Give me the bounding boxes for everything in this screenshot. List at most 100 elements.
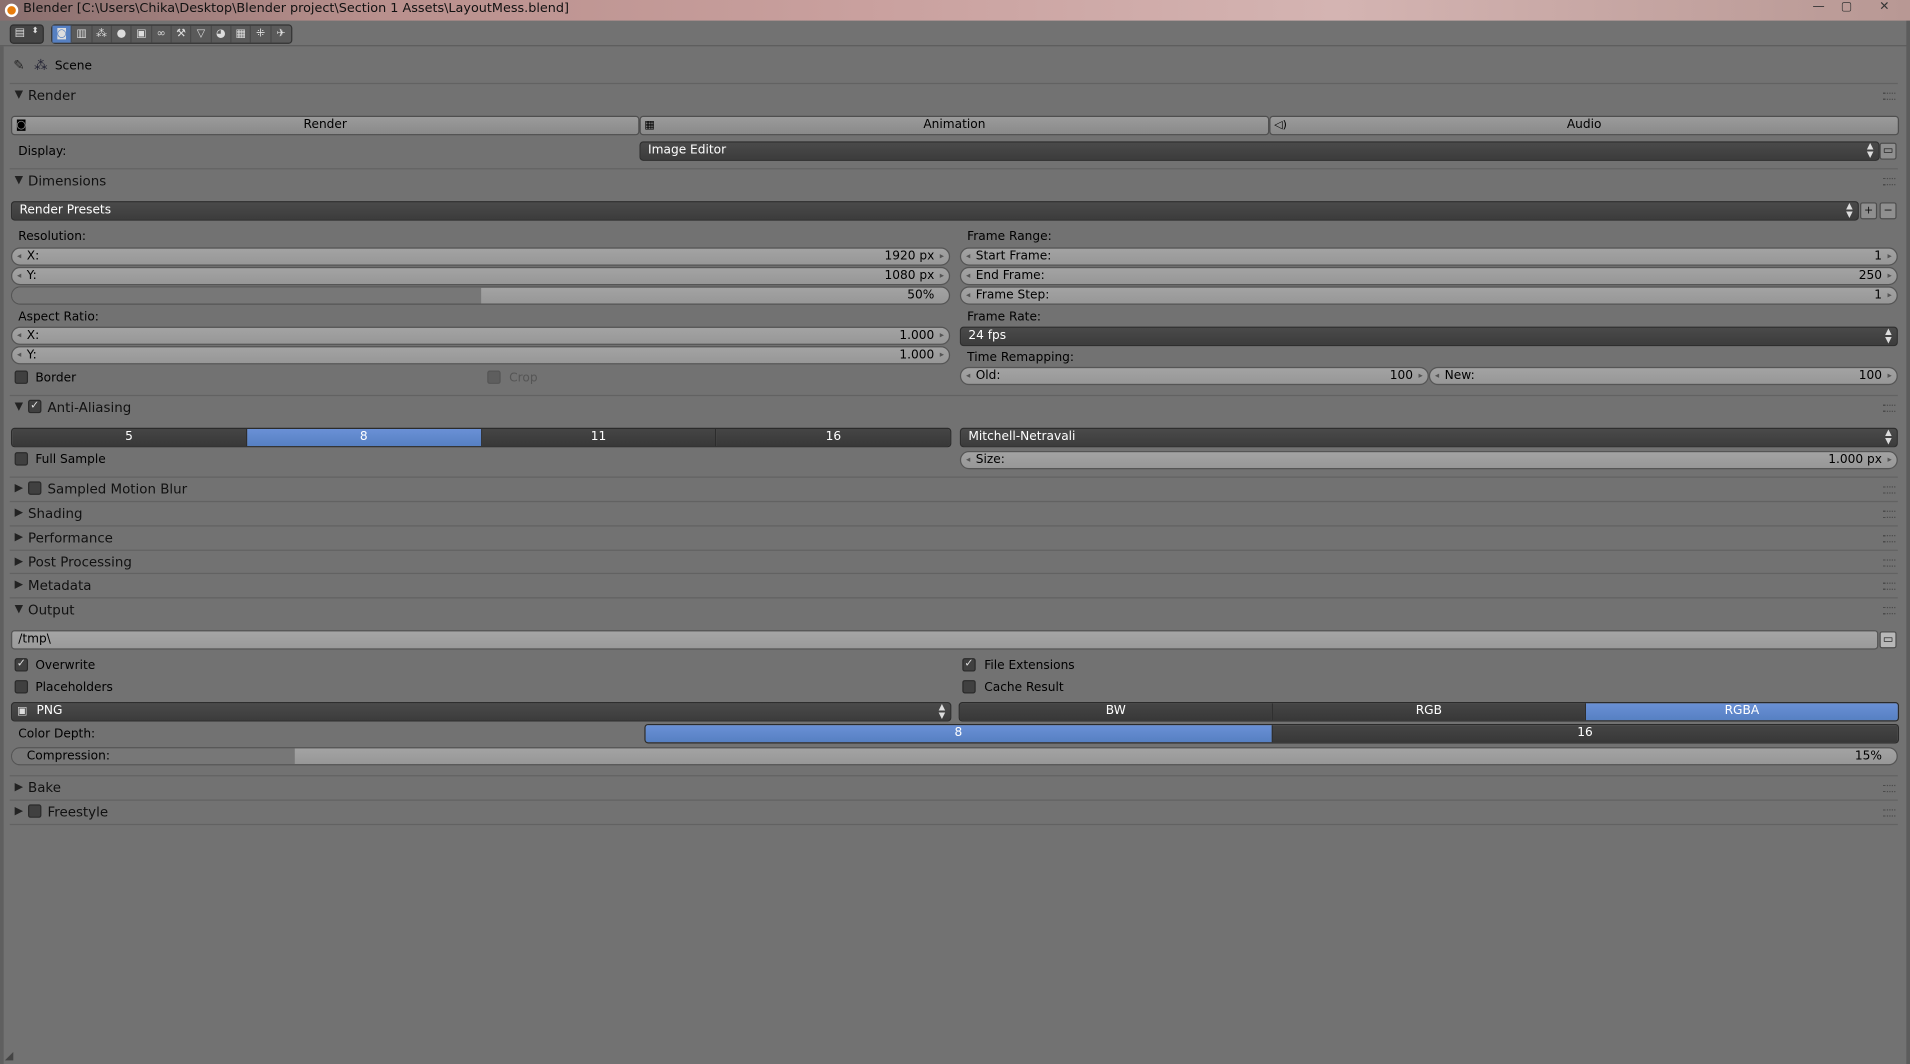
resize-corner-icon[interactable]: ◢ <box>5 1051 13 1063</box>
close-button[interactable]: ✕ <box>1872 0 1896 17</box>
increment-arrow-icon[interactable]: ▸ <box>940 328 944 344</box>
material-tab-icon[interactable]: ◕ <box>211 25 232 43</box>
antialiasing-panel-title[interactable]: Anti-Aliasing <box>48 400 132 416</box>
antialiasing-checkbox[interactable]: ✓ <box>28 399 42 414</box>
crop-checkbox[interactable] <box>487 370 501 384</box>
decrement-arrow-icon[interactable]: ◂ <box>966 249 970 265</box>
antialiasing-expand-icon[interactable]: ▼ <box>15 401 23 413</box>
drag-grip-icon[interactable] <box>1883 809 1896 817</box>
render-presets-menu[interactable]: Render Presets ▲ ▼ <box>10 201 1859 221</box>
minimize-button[interactable]: — <box>1806 0 1830 17</box>
decrement-arrow-icon[interactable]: ◂ <box>966 452 970 468</box>
render-button[interactable]: ◙ Render <box>10 115 640 136</box>
resolution-x-field[interactable]: ◂ X: 1920 px ▸ <box>10 247 951 266</box>
increment-arrow-icon[interactable]: ▸ <box>940 347 944 363</box>
drag-grip-icon[interactable] <box>1883 606 1896 615</box>
start-frame-field[interactable]: ◂ Start Frame: 1 ▸ <box>959 247 1898 266</box>
increment-arrow-icon[interactable]: ▸ <box>940 249 944 265</box>
texture-tab-icon[interactable]: ▦ <box>231 25 252 43</box>
increment-arrow-icon[interactable]: ▸ <box>1887 368 1891 384</box>
dimensions-expand-icon[interactable]: ▼ <box>15 174 23 186</box>
modifiers-tab-icon[interactable]: ⚒ <box>172 25 192 43</box>
color-mode-rgba[interactable]: RGBA <box>1585 703 1898 721</box>
drag-grip-icon[interactable] <box>1883 92 1896 100</box>
shading-panel-title[interactable]: Shading <box>28 506 82 522</box>
pin-icon[interactable]: ✎ <box>13 57 24 73</box>
drag-grip-icon[interactable] <box>1883 784 1896 793</box>
drag-grip-icon[interactable] <box>1883 535 1896 543</box>
motion-blur-checkbox[interactable] <box>28 481 42 495</box>
lock-interface-icon[interactable]: ▭ <box>1879 142 1897 160</box>
decrement-arrow-icon[interactable]: ◂ <box>966 268 970 284</box>
frame-step-field[interactable]: ◂ Frame Step: 1 ▸ <box>959 286 1898 305</box>
compression-slider[interactable]: Compression: 15% <box>10 747 1898 766</box>
full-sample-checkbox[interactable] <box>14 452 29 466</box>
remap-new-field[interactable]: ◂ New: 100 ▸ <box>1428 366 1898 386</box>
maximize-button[interactable]: ▢ <box>1834 0 1858 17</box>
render-panel-title[interactable]: Render <box>28 88 76 104</box>
output-path-input[interactable]: /tmp\ <box>10 630 1879 650</box>
performance-panel-title[interactable]: Performance <box>28 530 113 546</box>
file-format-dropdown[interactable]: ▣ PNG ▲ ▼ <box>10 702 952 722</box>
decrement-arrow-icon[interactable]: ◂ <box>966 288 970 304</box>
shading-expand-icon[interactable]: ▶ <box>15 507 23 519</box>
drag-grip-icon[interactable] <box>1883 582 1896 590</box>
color-depth-8[interactable]: 8 <box>645 725 1273 743</box>
world-tab-icon[interactable]: ● <box>112 25 132 43</box>
decrement-arrow-icon[interactable]: ◂ <box>1435 368 1439 384</box>
increment-arrow-icon[interactable]: ▸ <box>1418 368 1422 384</box>
metadata-expand-icon[interactable]: ▶ <box>15 579 23 591</box>
performance-expand-icon[interactable]: ▶ <box>15 531 23 543</box>
render-expand-icon[interactable]: ▼ <box>15 89 23 101</box>
data-tab-icon[interactable]: ▽ <box>192 25 212 43</box>
cache-result-checkbox[interactable] <box>962 680 976 694</box>
aa-samples-5[interactable]: 5 <box>12 429 247 447</box>
drag-grip-icon[interactable] <box>1883 559 1896 567</box>
color-mode-bw[interactable]: BW <box>959 703 1273 721</box>
folder-browse-icon[interactable]: ▭ <box>1879 631 1897 649</box>
increment-arrow-icon[interactable]: ▸ <box>1887 452 1891 468</box>
resolution-percentage-slider[interactable]: 50% <box>10 286 951 305</box>
color-depth-16[interactable]: 16 <box>1272 725 1898 743</box>
freestyle-expand-icon[interactable]: ▶ <box>15 806 23 818</box>
decrement-arrow-icon[interactable]: ◂ <box>17 268 21 284</box>
particles-tab-icon[interactable]: ⁜ <box>251 25 272 43</box>
drag-grip-icon[interactable] <box>1883 177 1896 186</box>
bake-panel-title[interactable]: Bake <box>28 780 61 796</box>
aa-filter-dropdown[interactable]: Mitchell-Netravali ▲ ▼ <box>959 427 1898 448</box>
display-dropdown[interactable]: Image Editor ▲ ▼ <box>639 141 1880 161</box>
increment-arrow-icon[interactable]: ▸ <box>940 268 944 284</box>
placeholders-checkbox[interactable] <box>14 680 29 694</box>
aa-size-field[interactable]: ◂ Size: 1.000 px ▸ <box>959 450 1898 470</box>
frame-rate-dropdown[interactable]: 24 fps ▲ ▼ <box>959 326 1898 347</box>
editor-type-selector[interactable]: ▤ ⬍ <box>9 24 44 44</box>
increment-arrow-icon[interactable]: ▸ <box>1887 288 1891 304</box>
constraints-tab-icon[interactable]: ∞ <box>152 25 172 43</box>
add-preset-icon[interactable]: + <box>1860 202 1878 220</box>
bake-expand-icon[interactable]: ▶ <box>15 781 23 793</box>
drag-grip-icon[interactable] <box>1883 486 1896 494</box>
file-extensions-checkbox[interactable]: ✓ <box>962 658 976 672</box>
aspect-y-field[interactable]: ◂ Y: 1.000 ▸ <box>10 346 951 365</box>
render-tab-icon[interactable]: ◙ <box>52 25 73 43</box>
increment-arrow-icon[interactable]: ▸ <box>1887 249 1891 265</box>
aspect-x-field[interactable]: ◂ X: 1.000 ▸ <box>10 326 951 345</box>
physics-tab-icon[interactable]: ✈ <box>271 26 291 43</box>
color-mode-rgb[interactable]: RGB <box>1272 703 1586 721</box>
render-layers-tab-icon[interactable]: ▥ <box>72 25 93 43</box>
aa-samples-8[interactable]: 8 <box>246 429 482 447</box>
freestyle-panel-title[interactable]: Freestyle <box>48 804 109 820</box>
decrement-arrow-icon[interactable]: ◂ <box>17 347 21 363</box>
scene-tab-icon[interactable]: ⁂ <box>92 25 113 43</box>
drag-grip-icon[interactable] <box>1883 510 1896 518</box>
post-processing-panel-title[interactable]: Post Processing <box>28 555 132 571</box>
remap-old-field[interactable]: ◂ Old: 100 ▸ <box>959 366 1429 386</box>
dimensions-panel-title[interactable]: Dimensions <box>28 173 106 189</box>
output-expand-icon[interactable]: ▼ <box>15 603 23 615</box>
post-processing-expand-icon[interactable]: ▶ <box>15 556 23 568</box>
overwrite-checkbox[interactable]: ✓ <box>14 658 29 672</box>
metadata-panel-title[interactable]: Metadata <box>28 578 91 594</box>
increment-arrow-icon[interactable]: ▸ <box>1887 268 1891 284</box>
freestyle-checkbox[interactable] <box>28 804 42 818</box>
remove-preset-icon[interactable]: − <box>1879 202 1897 220</box>
